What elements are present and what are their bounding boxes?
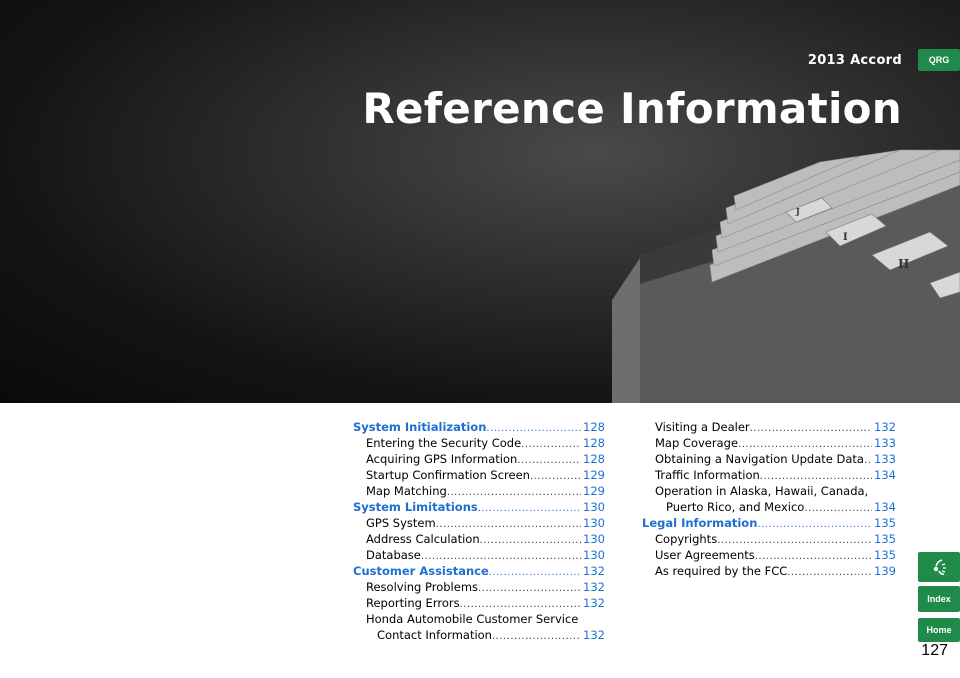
- page-number: 127: [921, 642, 948, 659]
- toc-entry[interactable]: Startup Confirmation Screen 129: [353, 467, 605, 483]
- toc-entry-label: User Agreements: [655, 548, 755, 562]
- tab-letter-j: J: [795, 206, 800, 216]
- toc-page-link[interactable]: 128: [581, 451, 605, 467]
- toc-entry[interactable]: Map Coverage 133: [642, 435, 896, 451]
- toc-entry-label: Resolving Problems: [366, 580, 479, 594]
- toc-page-link[interactable]: 130: [581, 499, 605, 515]
- toc-entry[interactable]: Acquiring GPS Information 128: [353, 451, 605, 467]
- toc-entry[interactable]: Visiting a Dealer 132: [642, 419, 896, 435]
- toc-entry-label: Reporting Errors: [366, 596, 460, 610]
- toc-section-entry[interactable]: System Limitations 130: [353, 499, 605, 515]
- home-button[interactable]: Home: [918, 618, 960, 642]
- toc-page-link[interactable]: 139: [872, 563, 896, 579]
- toc-entry[interactable]: Copyrights 135: [642, 531, 896, 547]
- toc-entry-label: Copyrights: [655, 532, 718, 546]
- voice-command-button[interactable]: [918, 552, 960, 582]
- toc-entry-label: Puerto Rico, and Mexico: [666, 500, 805, 514]
- toc-entry-label: Startup Confirmation Screen: [366, 468, 530, 482]
- toc-entry[interactable]: Address Calculation 130: [353, 531, 605, 547]
- toc-entry[interactable]: User Agreements 135: [642, 547, 896, 563]
- toc-entry[interactable]: Puerto Rico, and Mexico 134: [642, 499, 896, 515]
- index-button[interactable]: Index: [918, 586, 960, 612]
- toc-entry-label: Customer Assistance: [353, 564, 489, 578]
- toc-page-link[interactable]: 134: [872, 499, 896, 515]
- toc-page-link[interactable]: 128: [581, 419, 605, 435]
- toc-page-link[interactable]: 135: [872, 515, 896, 531]
- model-label: 2013 Accord: [807, 53, 902, 68]
- toc-page-link[interactable]: 133: [872, 435, 896, 451]
- toc-page-link[interactable]: 132: [581, 563, 605, 579]
- toc-page-link[interactable]: 134: [872, 467, 896, 483]
- toc-column-left: System Initialization128Entering the Sec…: [353, 419, 605, 643]
- toc-column-right: Visiting a Dealer132Map Coverage133Obtai…: [642, 419, 896, 579]
- toc-page-link[interactable]: 129: [581, 483, 605, 499]
- toc-page-link[interactable]: 130: [581, 515, 605, 531]
- toc-entry[interactable]: Operation in Alaska, Hawaii, Canada,: [642, 483, 896, 499]
- toc-entry-label: Traffic Information: [655, 468, 760, 482]
- toc-leader-dots: [787, 565, 872, 581]
- toc-leader-dots: [750, 421, 872, 437]
- toc-leader-dots: [489, 565, 581, 581]
- toc-entry-label: System Limitations: [353, 500, 478, 514]
- toc-entry[interactable]: Resolving Problems 132: [353, 579, 605, 595]
- toc-leader-dots: [757, 517, 872, 533]
- toc-entry-label: Entering the Security Code: [366, 436, 522, 450]
- toc-leader-dots: [521, 437, 581, 453]
- hero-banner: H I J 2013 Accord Reference Information: [0, 0, 960, 403]
- toc-page-link[interactable]: 130: [581, 531, 605, 547]
- toc-entry[interactable]: GPS System 130: [353, 515, 605, 531]
- toc-entry-label: As required by the FCC: [655, 564, 788, 578]
- toc-entry[interactable]: Contact Information 132: [353, 627, 605, 643]
- toc-entry-label: Map Coverage: [655, 436, 739, 450]
- toc-entry-label: GPS System: [366, 516, 436, 530]
- toc-entry-label: Database: [366, 548, 421, 562]
- toc-page-link[interactable]: 129: [581, 467, 605, 483]
- toc-page-link[interactable]: 133: [872, 451, 896, 467]
- toc-entry-label: Contact Information: [377, 628, 492, 642]
- toc-section-entry[interactable]: Legal Information 135: [642, 515, 896, 531]
- toc-entry[interactable]: Obtaining a Navigation Update Data 133: [642, 451, 896, 467]
- toc-entry-label: System Initialization: [353, 420, 487, 434]
- toc-entry[interactable]: Map Matching 129: [353, 483, 605, 499]
- toc-page-link[interactable]: 132: [872, 419, 896, 435]
- toc-entry[interactable]: Entering the Security Code 128: [353, 435, 605, 451]
- toc-entry-label: Operation in Alaska, Hawaii, Canada,: [655, 484, 869, 498]
- toc-section-entry[interactable]: System Initialization 128: [353, 419, 605, 435]
- toc-leader-dots: [804, 501, 872, 517]
- tab-letter-h: H: [898, 257, 909, 271]
- qrg-button[interactable]: QRG: [918, 49, 960, 71]
- toc-page-link[interactable]: 132: [581, 595, 605, 611]
- toc-entry[interactable]: As required by the FCC 139: [642, 563, 896, 579]
- toc-leader-dots: [478, 501, 581, 517]
- toc-leader-dots: [530, 469, 581, 485]
- voice-icon: [933, 559, 946, 575]
- toc-page-link[interactable]: 135: [872, 531, 896, 547]
- toc-leader-dots: [478, 581, 581, 597]
- toc-entry[interactable]: Reporting Errors 132: [353, 595, 605, 611]
- toc-entry-label: Map Matching: [366, 484, 447, 498]
- toc-page-link[interactable]: 135: [872, 547, 896, 563]
- toc-entry-label: Address Calculation: [366, 532, 480, 546]
- toc-entry[interactable]: Traffic Information 134: [642, 467, 896, 483]
- toc-entry[interactable]: Database 130: [353, 547, 605, 563]
- toc-leader-dots: [480, 533, 581, 549]
- toc-leader-dots: [864, 453, 872, 469]
- toc-page-link[interactable]: 128: [581, 435, 605, 451]
- toc-entry-label: Obtaining a Navigation Update Data: [655, 452, 864, 466]
- toc-page-link[interactable]: 130: [581, 547, 605, 563]
- page-title: Reference Information: [362, 84, 902, 133]
- toc-entry-label: Visiting a Dealer: [655, 420, 750, 434]
- toc-entry-label: Legal Information: [642, 516, 758, 530]
- toc-leader-dots: [492, 629, 581, 645]
- toc-page-link[interactable]: 132: [581, 579, 605, 595]
- toc-entry[interactable]: Honda Automobile Customer Service: [353, 611, 605, 627]
- toc-entry-label: Acquiring GPS Information: [366, 452, 518, 466]
- tab-letter-i: I: [843, 232, 848, 243]
- toc-page-link[interactable]: 132: [581, 627, 605, 643]
- toc-section-entry[interactable]: Customer Assistance 132: [353, 563, 605, 579]
- toc-entry-label: Honda Automobile Customer Service: [366, 612, 579, 626]
